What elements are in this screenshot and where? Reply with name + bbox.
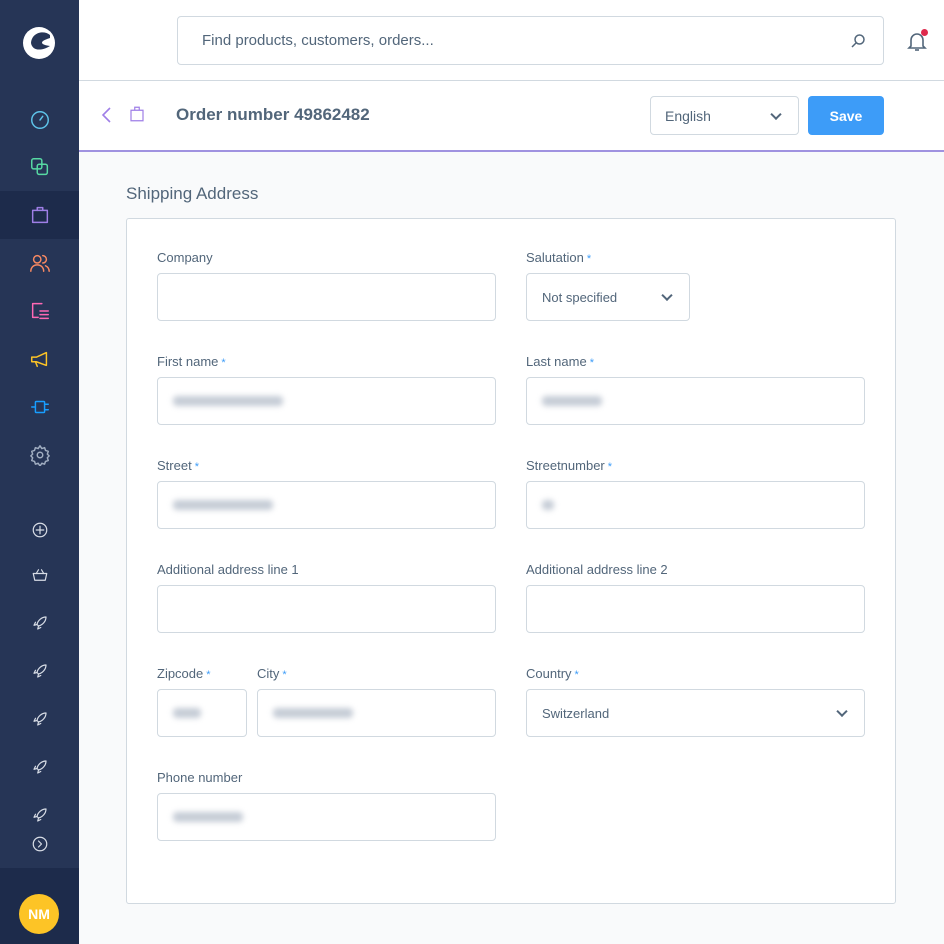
settings-icon: [29, 445, 50, 466]
last-name-field[interactable]: [526, 377, 865, 425]
address-line-1-label: Additional address line 1: [157, 562, 299, 577]
redacted-value: [542, 396, 602, 406]
nav-extensions[interactable]: [0, 383, 79, 431]
last-name-label: Last name *: [526, 354, 594, 369]
expand-sidebar-button[interactable]: [0, 820, 79, 868]
street-field[interactable]: [157, 481, 496, 529]
city-label: City *: [257, 666, 287, 681]
rocket-icon: [32, 664, 47, 678]
page-title: Order number 49862482: [176, 105, 370, 124]
dashboard-icon: [30, 111, 49, 129]
basket-icon: [32, 569, 47, 581]
nav-products[interactable]: [0, 143, 79, 191]
shopware-logo[interactable]: [20, 24, 58, 62]
save-button[interactable]: Save: [808, 96, 884, 135]
salutation-select[interactable]: Not specified: [526, 273, 690, 321]
redacted-value: [173, 500, 273, 510]
language-select[interactable]: English: [650, 96, 799, 135]
sales-channel-3[interactable]: [0, 695, 79, 743]
notification-badge: [921, 29, 928, 36]
country-select[interactable]: Switzerland: [526, 689, 865, 737]
language-value: English: [665, 107, 711, 124]
street-label: Street *: [157, 458, 199, 473]
rocket-icon: [32, 712, 47, 726]
section-title: Shipping Address: [126, 184, 259, 203]
company-label: Company: [157, 250, 213, 265]
orders-icon: [31, 206, 48, 224]
chevron-down-icon: [770, 108, 782, 120]
chevron-down-icon: [661, 289, 673, 302]
zipcode-label: Zipcode *: [157, 666, 211, 681]
address-line-1-field[interactable]: [157, 585, 496, 633]
redacted-value: [542, 500, 554, 510]
nav-orders[interactable]: [0, 191, 79, 239]
streetnumber-label: Streetnumber *: [526, 458, 613, 473]
customers-icon: [29, 254, 50, 272]
sidebar: [0, 0, 79, 944]
marketing-icon: [30, 351, 47, 368]
search-input[interactable]: Find products, customers, orders...: [177, 16, 884, 65]
search-placeholder: Find products, customers, orders...: [202, 32, 434, 49]
nav-marketing[interactable]: [0, 335, 79, 383]
chevron-down-icon: [836, 705, 848, 718]
sales-channel-4[interactable]: [0, 743, 79, 791]
streetnumber-field[interactable]: [526, 481, 865, 529]
add-sales-channel[interactable]: [0, 506, 79, 554]
first-name-field[interactable]: [157, 377, 496, 425]
phone-label: Phone number: [157, 770, 243, 785]
nav-settings[interactable]: [0, 431, 79, 479]
address-line-2-field[interactable]: [526, 585, 865, 633]
back-chevron-icon[interactable]: [100, 106, 114, 124]
rocket-icon: [32, 616, 47, 630]
sales-channel-1[interactable]: [0, 599, 79, 647]
salutation-label: Salutation *: [526, 250, 592, 265]
products-icon: [30, 158, 48, 176]
country-label: Country *: [526, 666, 579, 681]
zipcode-field[interactable]: [157, 689, 247, 737]
nav-dashboard[interactable]: [0, 96, 79, 144]
notifications-button[interactable]: [905, 29, 929, 53]
nav-customers[interactable]: [0, 239, 79, 287]
avatar[interactable]: NM: [19, 894, 59, 934]
phone-field[interactable]: [157, 793, 496, 841]
sales-channel-storefront[interactable]: [0, 551, 79, 599]
redacted-value: [273, 708, 353, 718]
city-field[interactable]: [257, 689, 496, 737]
redacted-value: [173, 396, 283, 406]
sales-channel-2[interactable]: [0, 647, 79, 695]
search-icon[interactable]: [849, 32, 867, 50]
nav-content[interactable]: [0, 287, 79, 335]
redacted-value: [173, 708, 201, 718]
chevron-right-circle-icon: [32, 836, 47, 852]
address-line-2-label: Additional address line 2: [526, 562, 668, 577]
content-icon: [31, 302, 49, 320]
rocket-icon: [32, 760, 47, 774]
plus-circle-icon: [32, 522, 47, 538]
orders-icon: [130, 106, 144, 122]
extensions-icon: [30, 400, 49, 414]
company-field[interactable]: [157, 273, 496, 321]
redacted-value: [173, 812, 243, 822]
first-name-label: First name *: [157, 354, 226, 369]
